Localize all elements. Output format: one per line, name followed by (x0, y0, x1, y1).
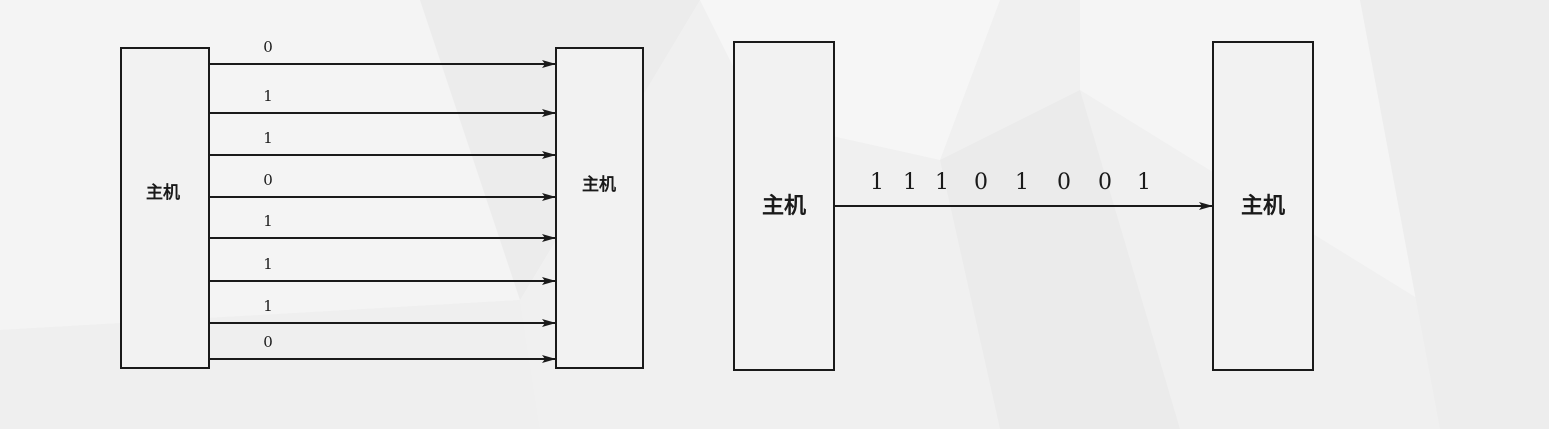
parallel-receiver-label: 主机 (582, 174, 616, 195)
transmission-diagram: 主机 主机 01101110 主机 主机 11101001 (120, 38, 1314, 371)
serial-bit-label-5: 1 (1015, 170, 1029, 195)
serial-bit-label-3: 1 (935, 170, 949, 195)
parallel-sender-label: 主机 (146, 182, 180, 203)
parallel-lines: 0 1 1 0 1 1 1 0 (209, 38, 556, 363)
serial-sender-label: 主机 (762, 194, 806, 219)
parallel-bit-label-6: 1 (263, 255, 273, 273)
serial-receiver-label: 主机 (1241, 194, 1285, 219)
parallel-bit-label-5: 1 (263, 212, 273, 230)
serial-bits: 11101001 (870, 170, 1151, 195)
serial-bit-label-6: 0 (1057, 170, 1071, 195)
parallel-receiver-box (555, 47, 644, 369)
parallel-sender-box (120, 47, 210, 369)
serial-transmission: 主机 主机 11101001 (733, 41, 1314, 371)
serial-bit-label-2: 1 (903, 170, 917, 195)
serial-bit-label-4: 0 (974, 170, 988, 195)
parallel-bit-label-8: 0 (263, 333, 273, 351)
parallel-bit-label-4: 0 (263, 171, 273, 189)
serial-bit-label-7: 0 (1098, 170, 1112, 195)
serial-bit-label-1: 1 (870, 170, 884, 195)
parallel-bit-label-7: 1 (263, 297, 273, 315)
serial-bit-label-8: 1 (1137, 170, 1151, 195)
parallel-transmission: 主机 主机 0 1 1 0 1 1 1 0 (120, 38, 644, 369)
parallel-bit-label-3: 1 (263, 129, 273, 147)
parallel-bit-label-1: 0 (263, 38, 273, 56)
parallel-bit-label-2: 1 (263, 87, 273, 105)
